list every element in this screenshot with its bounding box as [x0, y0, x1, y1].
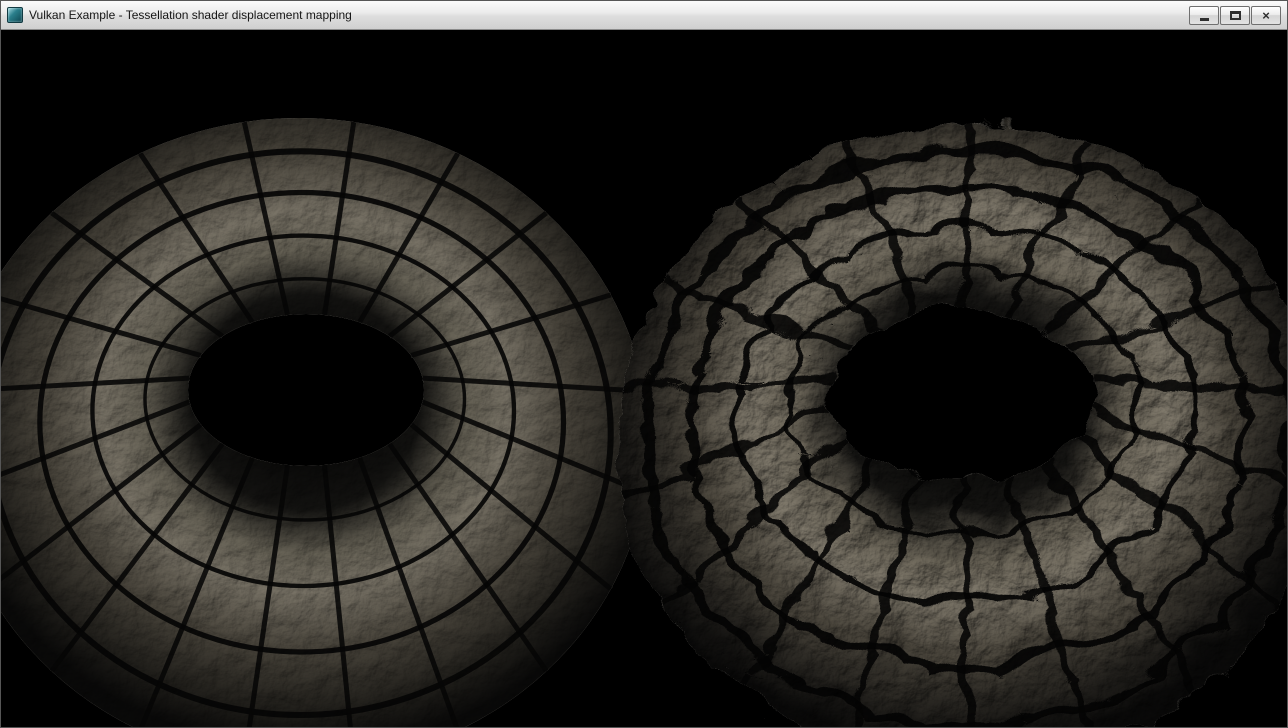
close-button[interactable]: × — [1251, 6, 1281, 25]
window-controls: × — [1189, 6, 1281, 25]
title-bar[interactable]: Vulkan Example - Tessellation shader dis… — [1, 1, 1287, 30]
app-icon[interactable] — [7, 7, 23, 23]
close-icon: × — [1262, 9, 1270, 22]
minimize-icon — [1200, 18, 1209, 21]
minimize-button[interactable] — [1189, 6, 1219, 25]
vulkan-scene — [1, 30, 1287, 727]
maximize-icon — [1230, 11, 1241, 20]
render-viewport[interactable] — [1, 30, 1287, 727]
maximize-button[interactable] — [1220, 6, 1250, 25]
window-title: Vulkan Example - Tessellation shader dis… — [29, 8, 352, 22]
app-window: Vulkan Example - Tessellation shader dis… — [0, 0, 1288, 728]
